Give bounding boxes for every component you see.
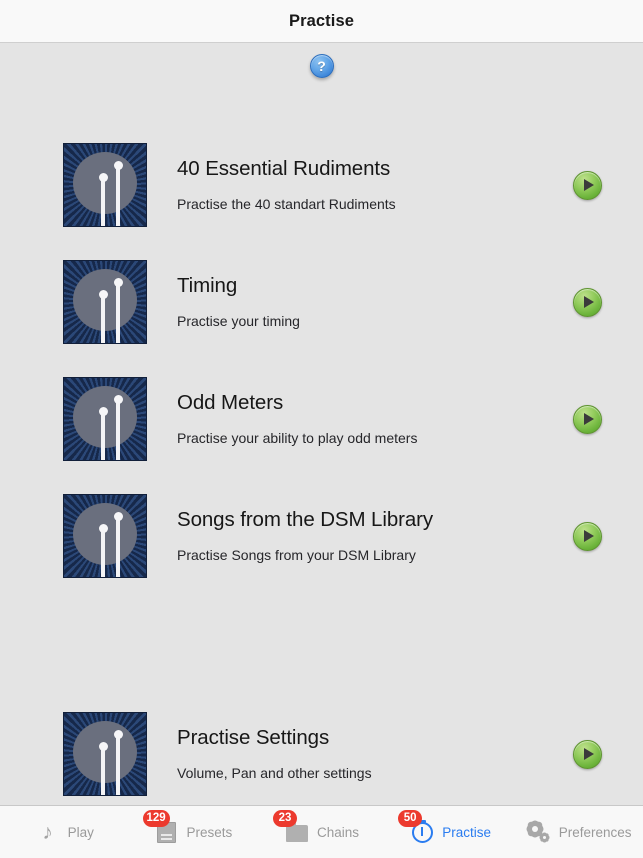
drumstick-tip-right — [113, 161, 123, 170]
play-triangle-icon — [583, 179, 594, 191]
list-item-title: 40 Essential Rudiments — [177, 156, 391, 180]
app-screen: Practise ? 40 Essential Rudiments Practi… — [0, 0, 643, 858]
drumstick-shaft-left — [101, 527, 105, 577]
tab-label: Practise — [442, 824, 491, 840]
drumstick-shaft-left — [101, 293, 105, 343]
tab-label: Presets — [186, 824, 233, 840]
list-item-title: Practise Settings — [177, 725, 330, 749]
badge-count: 23 — [272, 810, 297, 827]
list-item-text: Timing Practise your timing — [177, 274, 573, 330]
list-item-2[interactable]: Timing Practise your timing — [0, 252, 643, 352]
play-triangle-icon — [583, 530, 594, 542]
drumstick-shaft-right — [116, 164, 120, 226]
drumstick-shaft-left — [101, 410, 105, 460]
disc-shape — [73, 268, 137, 331]
tab-label: Chains — [316, 824, 359, 840]
tab-preferences[interactable]: Preferences — [514, 806, 643, 858]
tab-label: Preferences — [558, 824, 632, 840]
list-item-text: Songs from the DSM Library Practise Song… — [177, 508, 573, 564]
tab-bar: ♪ Play 129 Presets 23 Chains 50 Practise… — [0, 805, 643, 858]
drumstick-shaft-left — [101, 745, 105, 795]
play-button-4[interactable] — [573, 521, 602, 551]
tab-presets[interactable]: 129 Presets — [129, 806, 258, 858]
page-title: Practise — [288, 11, 354, 30]
folder-icon: 23 — [272, 810, 310, 845]
practise-list-container: ? 40 Essential Rudiments Practise the 40… — [0, 43, 643, 805]
drumstick-tip-left — [98, 742, 108, 751]
badge-count: 50 — [398, 810, 423, 827]
play-button-2[interactable] — [573, 287, 602, 317]
badge-count: 129 — [142, 810, 170, 827]
disc-shape — [73, 502, 137, 565]
drumstick-tip-right — [113, 278, 123, 287]
list-item-subtitle: Practise your timing — [177, 313, 300, 330]
drumstick-tip-right — [113, 730, 123, 739]
music-note-icon: ♪ — [35, 819, 61, 845]
help-button[interactable]: ? — [309, 54, 334, 78]
list-item-subtitle: Volume, Pan and other settings — [177, 765, 372, 782]
list-item-text: Odd Meters Practise your ability to play… — [177, 391, 573, 447]
music-note-glyph: ♪ — [42, 820, 53, 844]
drumstick-shaft-left — [101, 176, 105, 226]
gear-small — [539, 833, 549, 842]
drumstick-tip-right — [113, 395, 123, 404]
disc-shape — [73, 151, 137, 214]
help-row: ? — [0, 43, 643, 89]
play-button-5[interactable] — [573, 739, 602, 769]
drumstick-shaft-right — [116, 398, 120, 460]
tab-label: Play — [67, 824, 94, 840]
tab-practise[interactable]: 50 Practise — [386, 806, 515, 858]
gears-shape — [526, 820, 552, 844]
play-triangle-icon — [583, 413, 594, 425]
gears-icon — [526, 819, 552, 845]
list-item-title: Odd Meters — [177, 390, 284, 414]
play-triangle-icon — [583, 748, 594, 760]
play-triangle-icon — [583, 296, 594, 308]
play-button-3[interactable] — [573, 404, 602, 434]
list-item-text: Practise Settings Volume, Pan and other … — [177, 726, 573, 782]
list-item-3[interactable]: Odd Meters Practise your ability to play… — [0, 369, 643, 469]
document-icon: 129 — [142, 810, 180, 845]
list-item-text: 40 Essential Rudiments Practise the 40 s… — [177, 157, 573, 213]
metronome-icon: 50 — [398, 810, 435, 845]
drumsticks-icon — [63, 260, 147, 344]
drumstick-tip-left — [98, 173, 108, 182]
drumstick-tip-right — [113, 512, 123, 521]
list-item-1[interactable]: 40 Essential Rudiments Practise the 40 s… — [0, 135, 643, 235]
drumstick-shaft-right — [116, 515, 120, 577]
drumstick-shaft-right — [116, 281, 120, 343]
list-item-subtitle: Practise Songs from your DSM Library — [177, 547, 416, 564]
list-item-title: Songs from the DSM Library — [177, 507, 434, 531]
drumstick-tip-left — [98, 290, 108, 299]
disc-shape — [73, 720, 137, 783]
drumsticks-icon — [63, 712, 147, 796]
list-item-subtitle: Practise the 40 standart Rudiments — [177, 196, 396, 213]
drumstick-shaft-right — [116, 733, 120, 795]
navigation-bar: Practise — [0, 0, 643, 43]
tab-play[interactable]: ♪ Play — [0, 806, 129, 858]
folder-shape — [285, 821, 308, 842]
drumstick-tip-left — [98, 407, 108, 416]
drumsticks-icon — [63, 143, 147, 227]
drumsticks-icon — [63, 494, 147, 578]
question-mark-icon: ? — [317, 57, 326, 74]
drumsticks-icon — [63, 377, 147, 461]
tab-chains[interactable]: 23 Chains — [257, 806, 386, 858]
drumstick-tip-left — [98, 524, 108, 533]
list-item-5[interactable]: Practise Settings Volume, Pan and other … — [0, 704, 643, 804]
list-item-4[interactable]: Songs from the DSM Library Practise Song… — [0, 486, 643, 586]
list-item-title: Timing — [177, 273, 238, 297]
disc-shape — [73, 385, 137, 448]
list-item-subtitle: Practise your ability to play odd meters — [177, 430, 418, 447]
play-button-1[interactable] — [573, 170, 602, 200]
